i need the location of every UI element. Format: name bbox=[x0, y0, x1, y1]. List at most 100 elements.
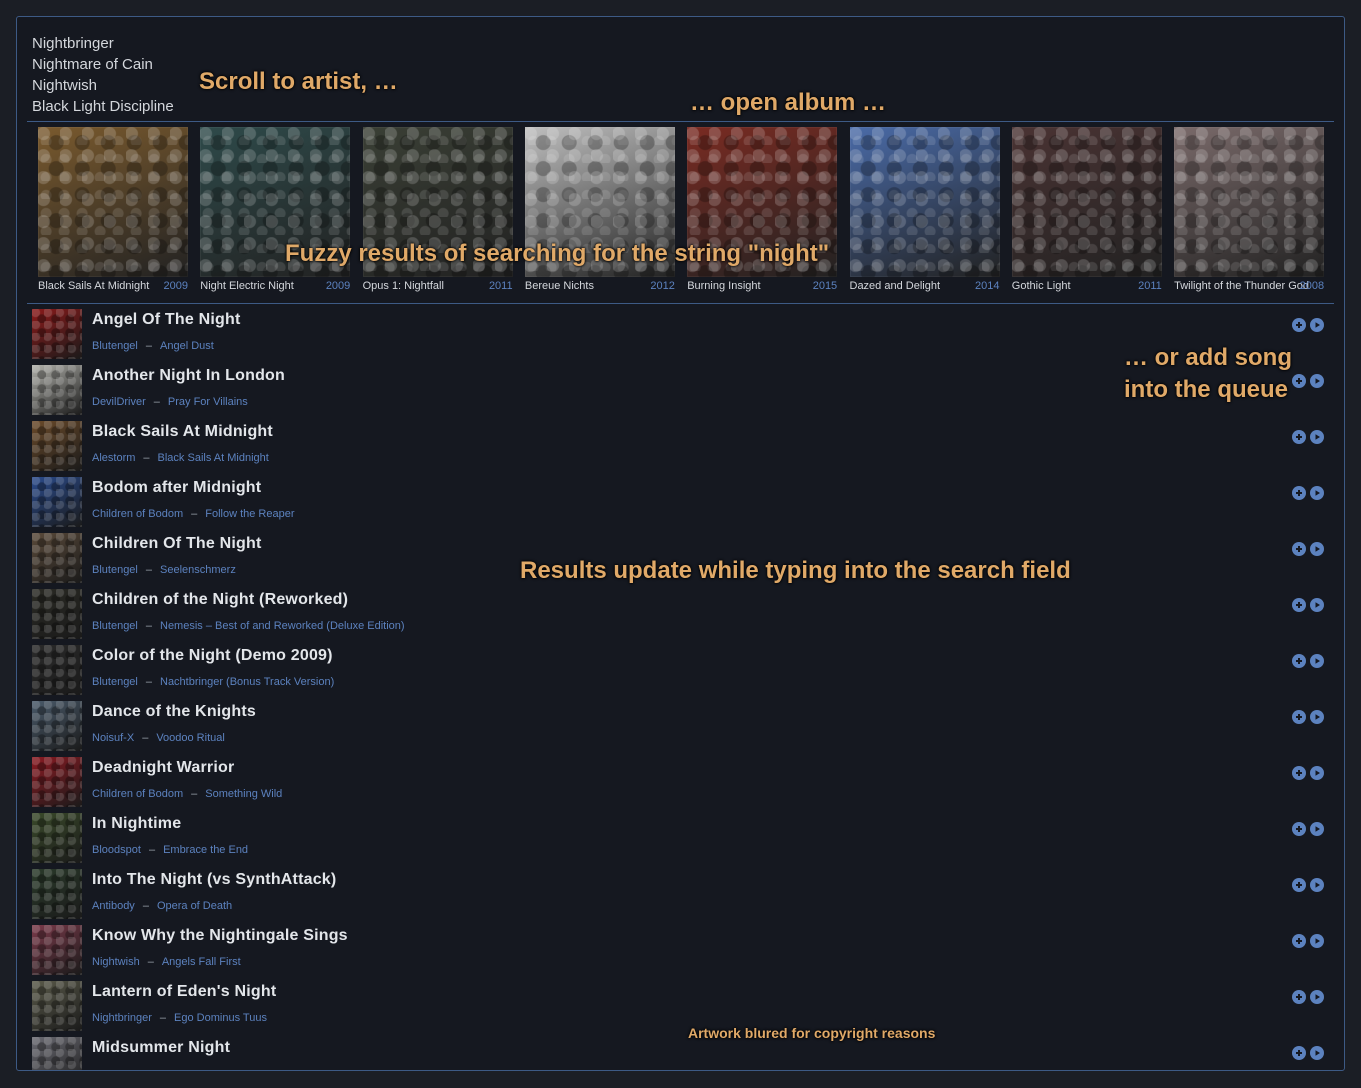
song-title[interactable]: Lantern of Eden's Night bbox=[92, 983, 276, 1001]
plus-circle-icon[interactable] bbox=[1292, 766, 1306, 780]
artist-item[interactable]: Nightwish bbox=[32, 75, 174, 96]
plus-circle-icon[interactable] bbox=[1292, 486, 1306, 500]
song-title[interactable]: Deadnight Warrior bbox=[92, 759, 234, 777]
album-meta: Bereue Nichts 2012 bbox=[525, 277, 675, 295]
song-album-link[interactable]: Nemesis – Best of and Reworked (Deluxe E… bbox=[160, 620, 405, 632]
plus-circle-icon[interactable] bbox=[1292, 990, 1306, 1004]
song-thumbnail bbox=[32, 645, 82, 695]
separator: – bbox=[148, 844, 156, 856]
song-artist-link[interactable]: Antibody bbox=[92, 900, 135, 912]
play-circle-icon[interactable] bbox=[1310, 598, 1324, 612]
separator: – bbox=[191, 788, 198, 800]
play-circle-icon[interactable] bbox=[1310, 430, 1324, 444]
song-artist-link[interactable]: Nightbringer bbox=[92, 1012, 152, 1024]
song-album-link[interactable]: Follow the Reaper bbox=[205, 508, 294, 520]
song-album-link[interactable]: Something Wild bbox=[205, 788, 282, 800]
artist-item[interactable]: Nightbringer bbox=[32, 33, 174, 54]
song-row: Deadnight Warrior Children of Bodom – Somet… bbox=[32, 755, 1332, 811]
song-title[interactable]: Another Night In London bbox=[92, 367, 285, 385]
song-title[interactable]: Into The Night (vs SynthAttack) bbox=[92, 871, 336, 889]
song-title[interactable]: Midsummer Night bbox=[92, 1039, 230, 1057]
song-album-link[interactable]: Angel Dust bbox=[160, 340, 214, 352]
song-artist-link[interactable]: Nightwish bbox=[92, 956, 140, 968]
song-subtitle: Blutengel – Nemesis – Best of and Reworked… bbox=[92, 620, 405, 632]
album-cover bbox=[38, 127, 188, 277]
song-thumbnail bbox=[32, 701, 82, 751]
album-card[interactable]: Gothic Light 2011 bbox=[1011, 127, 1162, 297]
album-card[interactable]: Burning Insight 2015 bbox=[687, 127, 838, 297]
plus-circle-icon[interactable] bbox=[1292, 822, 1306, 836]
play-circle-icon[interactable] bbox=[1310, 878, 1324, 892]
play-circle-icon[interactable] bbox=[1310, 374, 1324, 388]
song-artist-link[interactable]: Children of Bodom bbox=[92, 788, 183, 800]
song-title[interactable]: Bodom after Midnight bbox=[92, 479, 261, 497]
album-title: Night Electric Night bbox=[200, 280, 294, 292]
play-circle-icon[interactable] bbox=[1310, 766, 1324, 780]
plus-circle-icon[interactable] bbox=[1292, 878, 1306, 892]
play-circle-icon[interactable] bbox=[1310, 934, 1324, 948]
song-thumbnail bbox=[32, 813, 82, 863]
plus-circle-icon[interactable] bbox=[1292, 318, 1306, 332]
song-album-link[interactable]: Pray For Villains bbox=[168, 396, 248, 408]
play-circle-icon[interactable] bbox=[1310, 542, 1324, 556]
song-title[interactable]: Angel Of The Night bbox=[92, 311, 240, 329]
song-subtitle: Children of Bodom – Something Wild bbox=[92, 788, 282, 800]
song-title[interactable]: Dance of the Knights bbox=[92, 703, 256, 721]
album-year: 2009 bbox=[163, 280, 188, 292]
play-circle-icon[interactable] bbox=[1310, 710, 1324, 724]
song-album-link[interactable]: Seelenschmerz bbox=[160, 564, 236, 576]
song-album-link[interactable]: Nachtbringer (Bonus Track Version) bbox=[160, 676, 334, 688]
song-artist-link[interactable]: Blutengel bbox=[92, 676, 138, 688]
song-title[interactable]: In Nightime bbox=[92, 815, 181, 833]
song-album-link[interactable]: Angels Fall First bbox=[162, 956, 241, 968]
plus-circle-icon[interactable] bbox=[1292, 710, 1306, 724]
plus-circle-icon[interactable] bbox=[1292, 934, 1306, 948]
album-card[interactable]: Dazed and Delight 2014 bbox=[849, 127, 1000, 297]
song-album-link[interactable]: Ego Dominus Tuus bbox=[174, 1012, 267, 1024]
plus-circle-icon[interactable] bbox=[1292, 430, 1306, 444]
play-circle-icon[interactable] bbox=[1310, 1046, 1324, 1060]
annotation-add-song: … or add song into the queue bbox=[1124, 344, 1292, 403]
plus-circle-icon[interactable] bbox=[1292, 654, 1306, 668]
song-album-link[interactable]: Voodoo Ritual bbox=[156, 732, 225, 744]
song-artist-link[interactable]: Blutengel bbox=[92, 620, 138, 632]
song-artist-link[interactable]: Bloodspot bbox=[92, 844, 141, 856]
album-card[interactable]: Night Electric Night 2009 bbox=[200, 127, 351, 297]
song-album-link[interactable]: Opera of Death bbox=[157, 900, 232, 912]
song-subtitle: Nightbringer – Ego Dominus Tuus bbox=[92, 1012, 267, 1024]
album-card[interactable]: Black Sails At Midnight 2009 bbox=[38, 127, 188, 297]
plus-circle-icon[interactable] bbox=[1292, 1046, 1306, 1060]
song-album-link[interactable]: Embrace the End bbox=[163, 844, 248, 856]
play-circle-icon[interactable] bbox=[1310, 318, 1324, 332]
plus-circle-icon[interactable] bbox=[1292, 598, 1306, 612]
play-circle-icon[interactable] bbox=[1310, 822, 1324, 836]
song-artist-link[interactable]: Noisuf-X bbox=[92, 732, 134, 744]
song-subtitle: Blutengel – Angel Dust bbox=[92, 340, 214, 352]
song-artist-link[interactable]: Blutengel bbox=[92, 564, 138, 576]
song-title[interactable]: Children Of The Night bbox=[92, 535, 262, 553]
song-thumbnail bbox=[32, 925, 82, 975]
song-album-link[interactable]: Black Sails At Midnight bbox=[158, 452, 269, 464]
play-circle-icon[interactable] bbox=[1310, 486, 1324, 500]
artist-item[interactable]: Nightmare of Cain bbox=[32, 54, 174, 75]
song-artist-link[interactable]: Blutengel bbox=[92, 340, 138, 352]
album-year: 2011 bbox=[488, 280, 513, 292]
song-title[interactable]: Color of the Night (Demo 2009) bbox=[92, 647, 333, 665]
artist-item[interactable]: Black Light Discipline bbox=[32, 96, 174, 117]
song-artist-link[interactable]: Children of Bodom bbox=[92, 508, 183, 520]
song-thumbnail bbox=[32, 869, 82, 919]
song-artist-link[interactable]: DevilDriver bbox=[92, 396, 146, 408]
plus-circle-icon[interactable] bbox=[1292, 542, 1306, 556]
annotation-fuzzy-results: Fuzzy results of searching for the strin… bbox=[285, 240, 830, 267]
song-title[interactable]: Know Why the Nightingale Sings bbox=[92, 927, 348, 945]
song-title[interactable]: Children of the Night (Reworked) bbox=[92, 591, 348, 609]
separator: – bbox=[145, 676, 152, 688]
album-card[interactable]: Twilight of the Thunder God 2008 bbox=[1174, 127, 1325, 297]
song-artist-link[interactable]: Alestorm bbox=[92, 452, 135, 464]
album-card[interactable]: Bereue Nichts 2012 bbox=[524, 127, 675, 297]
play-circle-icon[interactable] bbox=[1310, 990, 1324, 1004]
song-title[interactable]: Black Sails At Midnight bbox=[92, 423, 273, 441]
album-card[interactable]: Opus 1: Nightfall 2011 bbox=[362, 127, 513, 297]
play-circle-icon[interactable] bbox=[1310, 654, 1324, 668]
song-actions bbox=[1292, 1046, 1324, 1060]
